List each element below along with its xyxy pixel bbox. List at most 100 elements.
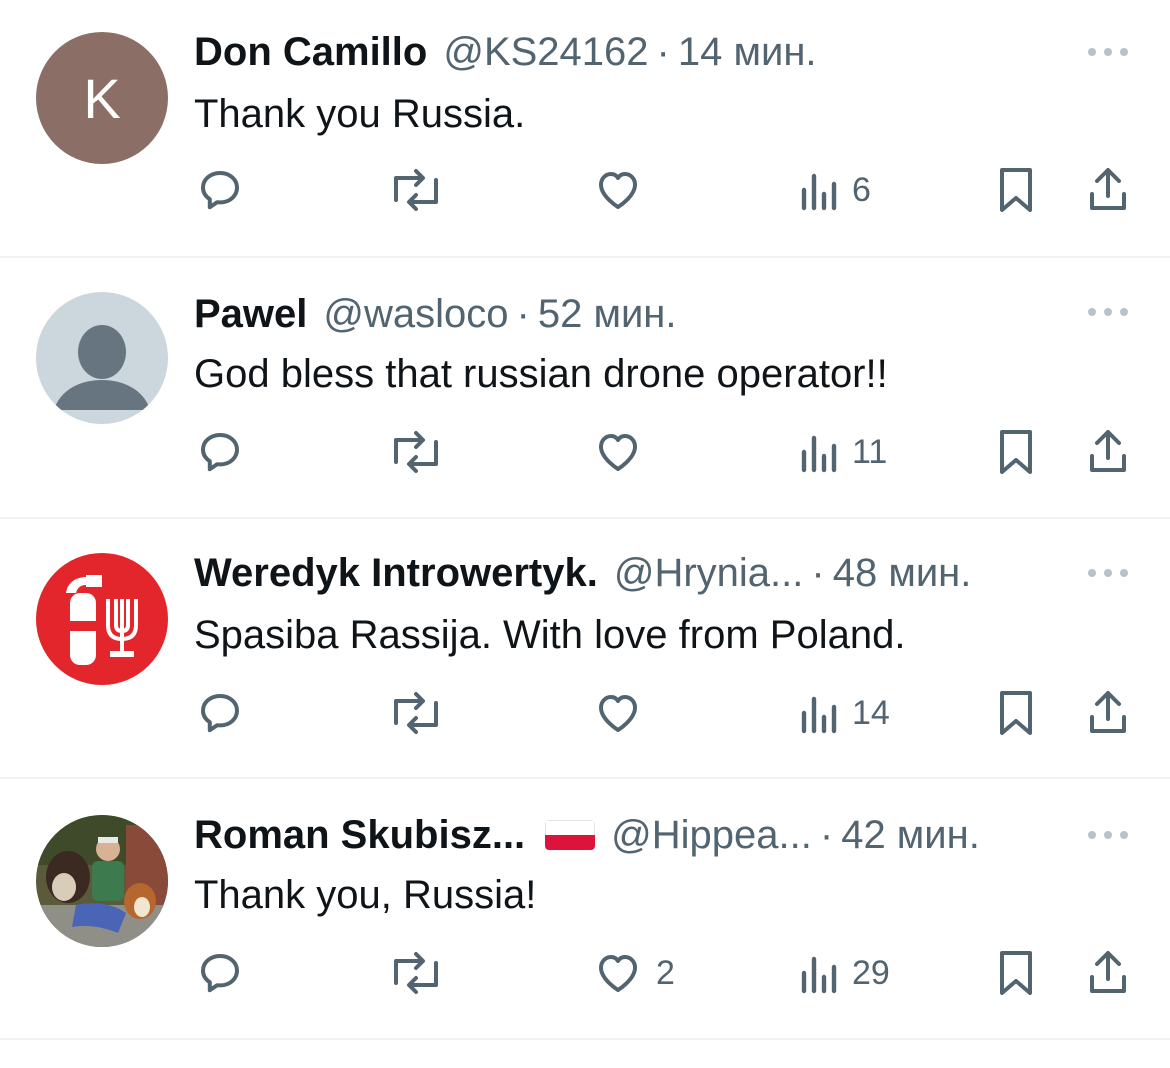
reply-button[interactable] [196, 426, 244, 478]
share-icon [1090, 951, 1126, 993]
like-button[interactable] [594, 164, 656, 216]
share-icon [1090, 168, 1126, 210]
tweet-header: Roman Skubisz... @Hippea... · 42 мин. [194, 809, 1060, 861]
separator-dot: · [819, 813, 834, 857]
repost-icon [394, 692, 438, 734]
tweet-text: God bless that russian drone operator!! [194, 352, 888, 396]
repost-button[interactable] [386, 687, 446, 739]
views-button[interactable]: 29 [798, 947, 890, 999]
avatar[interactable]: K [36, 32, 168, 164]
avatar[interactable] [36, 553, 168, 685]
default-person-avatar-icon [36, 292, 168, 424]
views-chart-icon [801, 435, 837, 473]
more-options-button[interactable] [1086, 563, 1130, 583]
views-button[interactable]: 11 [798, 426, 887, 478]
reply-icon [201, 171, 239, 210]
reply-button[interactable] [196, 687, 244, 739]
timestamp[interactable]: 48 мин. [833, 547, 972, 599]
tweet-header: Weredyk Introwertyk. @Hrynia... · 48 мин… [194, 547, 1060, 599]
bookmark-icon [1000, 951, 1032, 995]
share-button[interactable] [1084, 687, 1132, 739]
user-handle[interactable]: @Hrynia... [614, 547, 804, 599]
heart-icon [599, 955, 637, 992]
display-name[interactable]: Don Camillo [194, 26, 427, 78]
like-button[interactable] [594, 426, 656, 478]
tweet-3[interactable]: Weredyk Introwertyk. @Hrynia... · 48 мин… [0, 521, 1170, 781]
view-count: 11 [852, 432, 888, 471]
user-handle[interactable]: @KS24162 [443, 26, 648, 78]
tweet-header: Don Camillo @KS24162 · 14 мин. [194, 26, 1060, 78]
tweet-2[interactable]: Pawel @wasloco · 52 мин. God bless that … [0, 260, 1170, 520]
repost-icon [394, 169, 438, 211]
views-chart-icon [801, 956, 837, 994]
repost-button[interactable] [386, 164, 446, 216]
bookmark-icon [1000, 691, 1032, 735]
share-button[interactable] [1084, 426, 1132, 478]
more-options-button[interactable] [1086, 825, 1130, 845]
separator-dot: · [811, 551, 825, 595]
reply-icon [201, 694, 239, 733]
divider [0, 1038, 1170, 1040]
share-button[interactable] [1084, 164, 1132, 216]
like-button[interactable] [594, 687, 656, 739]
tweet-text: Thank you Russia. [194, 92, 526, 136]
divider [0, 256, 1170, 258]
bookmark-button[interactable] [994, 426, 1038, 478]
photo-man-with-dogs-avatar-icon [36, 815, 168, 947]
display-name[interactable]: Pawel [194, 288, 307, 340]
bookmark-button[interactable] [994, 947, 1038, 999]
tweet-1[interactable]: K Don Camillo @KS24162 · 14 мин. Thank y… [0, 0, 1170, 260]
more-icon [1088, 569, 1128, 577]
tweet-text: Thank you, Russia! [194, 873, 537, 917]
avatar[interactable] [36, 815, 168, 947]
fire-extinguisher-and-menorah-avatar-icon [36, 553, 168, 685]
like-button[interactable]: 2 [594, 947, 675, 999]
timestamp[interactable]: 14 мин. [678, 26, 817, 78]
bookmark-icon [1000, 168, 1032, 212]
divider [0, 777, 1170, 779]
divider [0, 517, 1170, 519]
heart-icon [599, 172, 637, 209]
more-icon [1088, 48, 1128, 56]
poland-flag-icon [545, 820, 596, 850]
view-count: 6 [852, 170, 871, 209]
bookmark-icon [1000, 430, 1032, 474]
views-button[interactable]: 14 [798, 687, 890, 739]
user-handle[interactable]: @Hippea... [611, 809, 812, 861]
view-count: 14 [852, 693, 890, 732]
more-options-button[interactable] [1086, 302, 1130, 322]
reply-button[interactable] [196, 164, 244, 216]
tweet-text: Spasiba Rassija. With love from Poland. [194, 613, 906, 657]
display-name[interactable]: Roman Skubisz... [194, 809, 525, 861]
like-count: 2 [656, 953, 675, 992]
heart-icon [599, 695, 637, 732]
views-button[interactable]: 6 [798, 164, 871, 216]
heart-icon [599, 434, 637, 471]
display-name[interactable]: Weredyk Introwertyk. [194, 547, 598, 599]
reply-icon [201, 954, 239, 993]
more-icon [1088, 308, 1128, 316]
tweet-4[interactable]: Roman Skubisz... @Hippea... · 42 мин. Th… [0, 781, 1170, 1041]
separator-dot: · [516, 292, 530, 336]
more-options-button[interactable] [1086, 42, 1130, 62]
avatar[interactable] [36, 292, 168, 424]
share-icon [1090, 691, 1126, 733]
share-button[interactable] [1084, 947, 1132, 999]
more-icon [1088, 831, 1128, 839]
view-count: 29 [852, 953, 890, 992]
bookmark-button[interactable] [994, 164, 1038, 216]
tweet-header: Pawel @wasloco · 52 мин. [194, 288, 1060, 340]
views-chart-icon [801, 173, 837, 211]
views-chart-icon [801, 696, 837, 734]
repost-button[interactable] [386, 426, 446, 478]
avatar-letter: K [83, 67, 120, 130]
repost-button[interactable] [386, 947, 446, 999]
timestamp[interactable]: 52 мин. [538, 288, 677, 340]
reply-icon [201, 433, 239, 472]
separator-dot: · [656, 30, 670, 74]
reply-button[interactable] [196, 947, 244, 999]
repost-icon [394, 431, 438, 473]
timestamp[interactable]: 42 мин. [841, 809, 980, 861]
user-handle[interactable]: @wasloco [323, 288, 508, 340]
bookmark-button[interactable] [994, 687, 1038, 739]
